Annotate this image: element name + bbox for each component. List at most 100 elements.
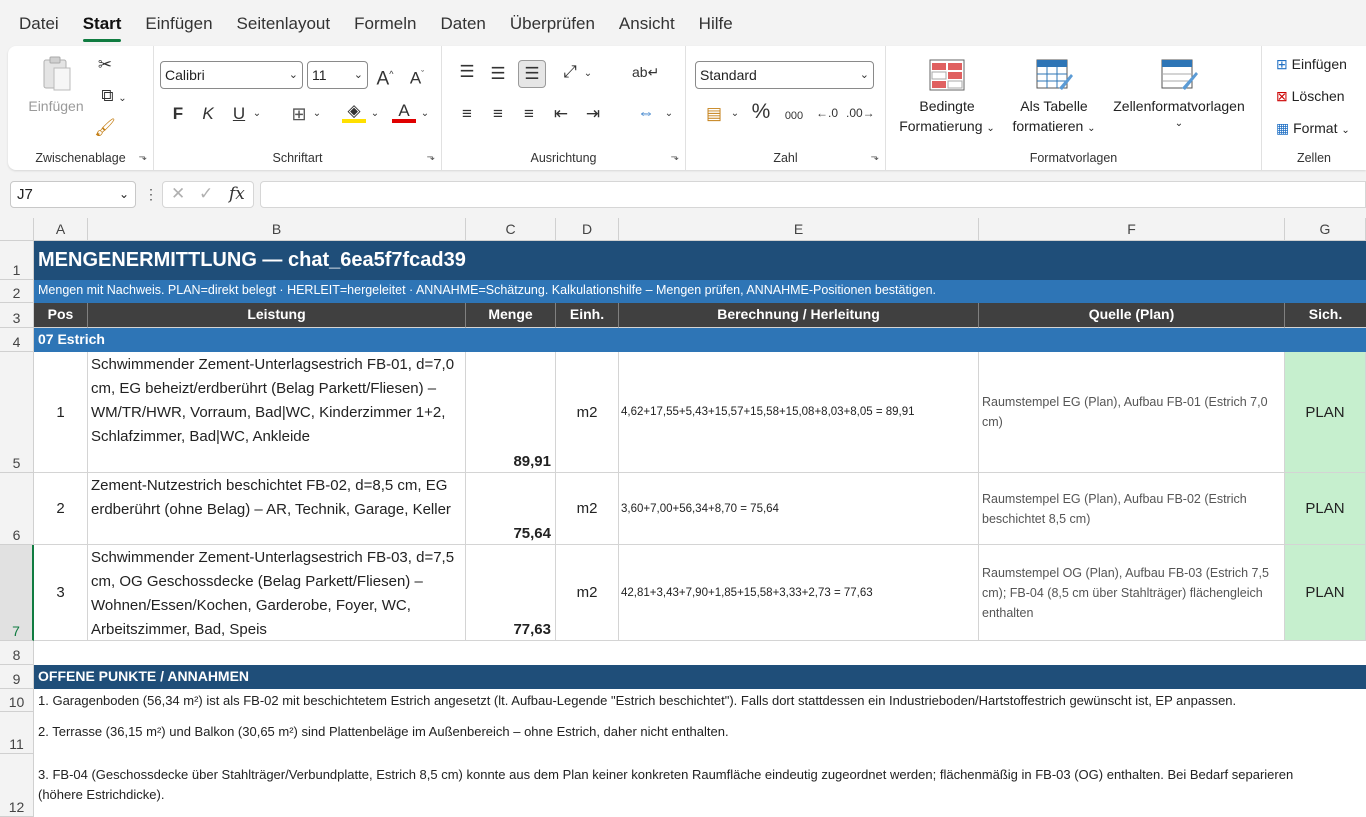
underline-button[interactable]: U xyxy=(229,104,249,124)
cell-sicherheit[interactable]: PLAN xyxy=(1285,545,1366,641)
chevron-down-icon[interactable]: ⌄ xyxy=(662,104,676,124)
cell-menge[interactable]: 89,91 xyxy=(466,352,556,473)
format-painter-icon[interactable]: 🖌 xyxy=(94,118,116,138)
row-header[interactable]: 8 xyxy=(0,641,34,665)
column-header[interactable]: G xyxy=(1285,218,1366,241)
accounting-format-icon[interactable]: ▤ xyxy=(702,104,726,124)
row-header[interactable]: 7 xyxy=(0,545,34,641)
column-header[interactable]: B xyxy=(88,218,466,241)
cell-styles-button[interactable]: Zellenformatvorlagen ⌄ xyxy=(1104,58,1254,132)
bold-button[interactable]: F xyxy=(168,104,188,124)
orientation-icon[interactable]: ⤢ xyxy=(559,62,581,82)
tab-start[interactable]: Start xyxy=(76,6,129,46)
paste-button[interactable]: Einfügen xyxy=(20,54,92,124)
align-middle-icon[interactable]: ☰ xyxy=(487,64,509,84)
number-launcher-icon[interactable]: ⬎ xyxy=(871,152,879,163)
decrease-decimal-icon[interactable]: .00→ xyxy=(846,103,875,123)
chevron-down-icon[interactable]: ⌄ xyxy=(581,64,595,84)
clipboard-launcher-icon[interactable]: ⬎ xyxy=(139,152,147,163)
insert-cells-button[interactable]: ⊞ Einfügen xyxy=(1276,56,1366,72)
tab-hilfe[interactable]: Hilfe xyxy=(692,6,740,46)
tab-seitenlayout[interactable]: Seitenlayout xyxy=(230,6,338,46)
thousands-button[interactable]: 000 xyxy=(780,106,808,126)
cell-sicherheit[interactable]: PLAN xyxy=(1285,473,1366,545)
header-menge[interactable]: Menge xyxy=(466,303,556,328)
align-left-icon[interactable]: ≡ xyxy=(456,104,478,124)
select-all-corner[interactable] xyxy=(0,218,34,241)
delete-cells-button[interactable]: ⊠ Löschen xyxy=(1276,88,1366,104)
align-right-icon[interactable]: ≡ xyxy=(518,104,540,124)
increase-decimal-icon[interactable]: ←.0 xyxy=(814,103,840,123)
wrap-text-icon[interactable]: ab↵ xyxy=(632,62,659,82)
more-options-icon[interactable]: ⋮ xyxy=(144,186,158,203)
tab-datei[interactable]: Datei xyxy=(12,6,66,46)
increase-indent-icon[interactable]: ⇥ xyxy=(582,104,604,124)
cell-leistung[interactable]: Schwimmender Zement-Unterlagsestrich FB-… xyxy=(88,545,466,641)
chevron-down-icon[interactable]: ⌄ xyxy=(250,104,264,124)
row-header[interactable]: 5 xyxy=(0,352,34,473)
cell-quelle[interactable]: Raumstempel EG (Plan), Aufbau FB-01 (Est… xyxy=(979,352,1285,473)
cell-einheit[interactable]: m2 xyxy=(556,473,619,545)
shrink-font-icon[interactable]: Aˇ xyxy=(406,64,428,89)
tab-daten[interactable]: Daten xyxy=(433,6,492,46)
row-header[interactable]: 1 xyxy=(0,241,34,280)
section-header[interactable]: 07 Estrich xyxy=(34,328,1366,352)
header-einheit[interactable]: Einh. xyxy=(556,303,619,328)
header-quelle[interactable]: Quelle (Plan) xyxy=(979,303,1285,328)
font-size-dropdown[interactable]: 11 ⌄ xyxy=(307,61,368,89)
row-header[interactable]: 12 xyxy=(0,754,34,817)
tab-einfuegen[interactable]: Einfügen xyxy=(138,6,219,46)
cell-menge[interactable]: 75,64 xyxy=(466,473,556,545)
font-launcher-icon[interactable]: ⬎ xyxy=(427,152,435,163)
column-header[interactable]: F xyxy=(979,218,1285,241)
grow-font-icon[interactable]: A^ xyxy=(374,64,396,89)
align-center-icon[interactable]: ≡ xyxy=(487,104,509,124)
tab-ansicht[interactable]: Ansicht xyxy=(612,6,682,46)
chevron-down-icon[interactable]: ⌄ xyxy=(418,104,432,124)
alignment-launcher-icon[interactable]: ⬎ xyxy=(671,152,679,163)
sheet-subtitle[interactable]: Mengen mit Nachweis. PLAN=direkt belegt … xyxy=(34,280,1366,303)
cell-berechnung[interactable]: 4,62+17,55+5,43+15,57+15,58+15,08+8,03+8… xyxy=(619,352,979,473)
copy-icon[interactable]: ⧉ ⌄ xyxy=(94,86,134,109)
row-header[interactable]: 10 xyxy=(0,689,34,712)
conditional-formatting-button[interactable]: Bedingte Formatierung ⌄ xyxy=(892,58,1002,137)
number-format-dropdown[interactable]: Standard ⌄ xyxy=(695,61,874,89)
sheet-title[interactable]: MENGENERMITTLUNG — chat_6ea5f7fcad39 xyxy=(34,241,1366,280)
chevron-down-icon[interactable]: ⌄ xyxy=(728,104,742,124)
font-color-icon[interactable]: A xyxy=(392,101,416,123)
column-header[interactable]: D xyxy=(556,218,619,241)
align-bottom-icon[interactable]: ☰ xyxy=(518,60,546,88)
cell-pos[interactable]: 3 xyxy=(34,545,88,641)
percent-button[interactable]: % xyxy=(750,101,772,122)
header-pos[interactable]: Pos xyxy=(34,303,88,328)
merge-center-icon[interactable]: ⇔ xyxy=(634,103,658,123)
tab-formeln[interactable]: Formeln xyxy=(347,6,423,46)
row-header[interactable]: 2 xyxy=(0,280,34,303)
header-sicherheit[interactable]: Sich. xyxy=(1285,303,1366,328)
chevron-down-icon[interactable]: ⌄ xyxy=(310,104,324,124)
cut-icon[interactable]: ✂ xyxy=(94,55,116,75)
row-header[interactable]: 11 xyxy=(0,712,34,754)
cell-einheit[interactable]: m2 xyxy=(556,545,619,641)
header-berechnung[interactable]: Berechnung / Herleitung xyxy=(619,303,979,328)
chevron-down-icon[interactable]: ⌄ xyxy=(368,104,382,124)
insert-function-icon[interactable]: fx xyxy=(229,184,245,204)
borders-icon[interactable]: ⊞ xyxy=(288,104,310,124)
row-header[interactable]: 4 xyxy=(0,328,34,352)
note-1[interactable]: 1. Garagenboden (56,34 m²) ist als FB-02… xyxy=(34,689,1366,712)
fill-color-icon[interactable]: ◈ xyxy=(342,101,366,123)
confirm-icon[interactable]: ✓ xyxy=(199,184,213,204)
cell-quelle[interactable]: Raumstempel OG (Plan), Aufbau FB-03 (Est… xyxy=(979,545,1285,641)
name-box[interactable]: J7 ⌄ xyxy=(10,181,136,208)
row-header[interactable]: 9 xyxy=(0,665,34,689)
cell-berechnung[interactable]: 3,60+7,00+56,34+8,70 = 75,64 xyxy=(619,473,979,545)
column-header[interactable]: C xyxy=(466,218,556,241)
row-header[interactable]: 3 xyxy=(0,303,34,328)
cell-quelle[interactable]: Raumstempel EG (Plan), Aufbau FB-02 (Est… xyxy=(979,473,1285,545)
column-header[interactable]: E xyxy=(619,218,979,241)
cell-einheit[interactable]: m2 xyxy=(556,352,619,473)
note-2[interactable]: 2. Terrasse (36,15 m²) und Balkon (30,65… xyxy=(34,720,1366,750)
cell-pos[interactable]: 1 xyxy=(34,352,88,473)
note-3[interactable]: 3. FB-04 (Geschossdecke über Stahlträger… xyxy=(34,763,1334,813)
format-cells-button[interactable]: ▦ Format ⌄ xyxy=(1276,120,1366,139)
